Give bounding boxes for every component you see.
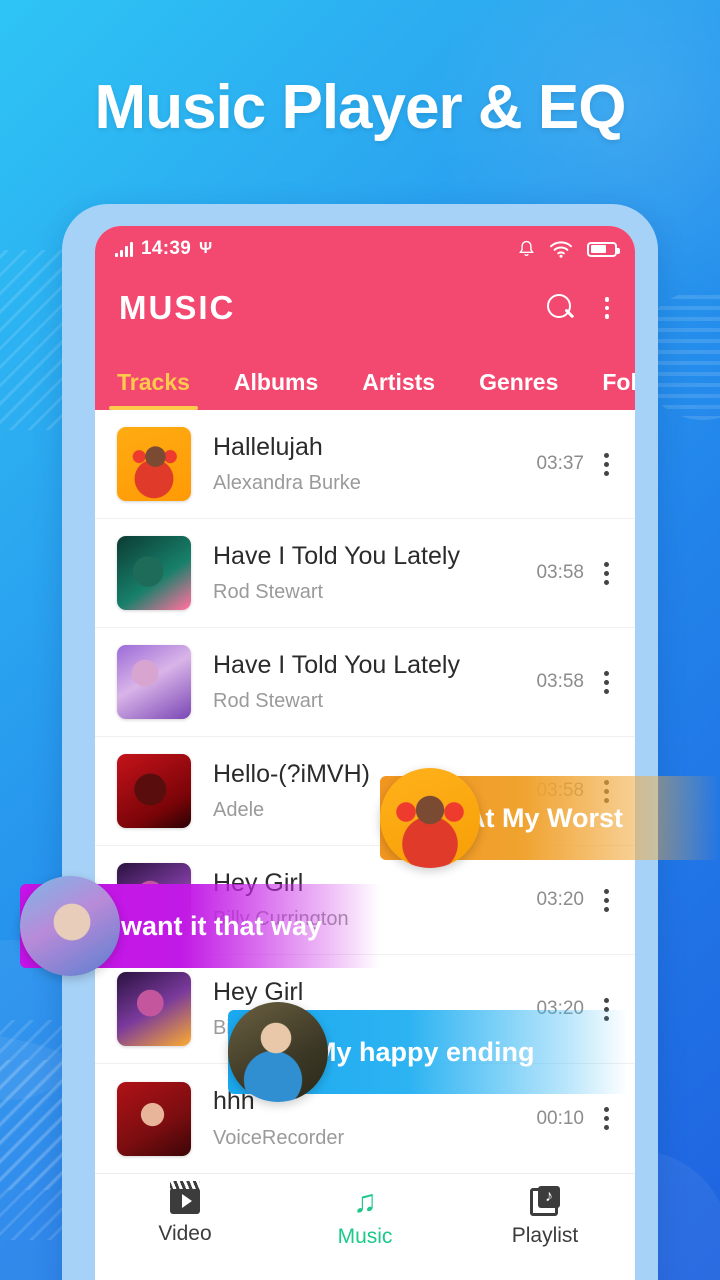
track-overflow-icon[interactable] <box>594 1101 619 1136</box>
track-overflow-icon[interactable] <box>594 556 619 591</box>
status-bar: 14:39 Ψ <box>95 226 635 272</box>
status-bar-left: 14:39 Ψ <box>115 238 212 260</box>
floating-badge-at-my-worst[interactable]: At My Worst <box>380 768 720 868</box>
tab-albums[interactable]: Albums <box>234 369 318 410</box>
track-artist: Rod Stewart <box>213 581 324 604</box>
album-art-thumbnail <box>117 645 191 719</box>
nav-item-video[interactable]: Video <box>95 1174 275 1259</box>
title-bar: MUSIC <box>95 272 635 344</box>
title-bar-actions <box>546 294 616 322</box>
track-duration: 00:10 <box>536 1107 584 1129</box>
status-clock: 14:39 <box>141 238 192 259</box>
avatar <box>20 876 120 976</box>
track-overflow-icon[interactable] <box>594 665 619 700</box>
avatar <box>380 768 480 868</box>
table-row[interactable]: Have I Told You Lately Rod Stewart 03:58 <box>95 628 635 737</box>
track-overflow-icon[interactable] <box>594 883 619 918</box>
status-bar-right <box>518 240 620 259</box>
track-duration: 03:58 <box>536 562 584 583</box>
app-bar: 14:39 Ψ MUSIC Tracks Albums Artists Genr… <box>95 226 635 410</box>
app-wordmark: MUSIC <box>119 289 236 326</box>
playlist-icon <box>530 1185 560 1216</box>
avatar <box>228 1002 328 1102</box>
track-title: Hallelujah <box>213 432 323 461</box>
battery-icon <box>587 241 620 257</box>
phone-screen: 14:39 Ψ MUSIC Tracks Albums Artists Genr… <box>95 226 635 1280</box>
track-artist: Alexandra Burke <box>213 472 361 495</box>
track-meta: Have I Told You Lately Rod Stewart <box>213 542 536 605</box>
bell-icon <box>519 240 534 256</box>
track-title: Hey Girl <box>213 977 304 1006</box>
track-artist: VoiceRecorder <box>213 1126 345 1149</box>
search-icon[interactable] <box>546 294 575 322</box>
nav-item-label: Music <box>337 1224 393 1248</box>
track-duration: 03:37 <box>536 453 584 474</box>
album-art-thumbnail <box>117 972 191 1046</box>
nav-item-playlist[interactable]: Playlist <box>455 1174 635 1259</box>
wifi-icon <box>550 241 572 258</box>
overflow-menu-icon[interactable] <box>599 295 616 321</box>
nav-item-music[interactable]: ♫ Music <box>275 1174 455 1259</box>
nav-item-label: Playlist <box>511 1223 579 1247</box>
bottom-navigation: Video ♫ Music Playlist <box>95 1173 635 1259</box>
tab-tracks[interactable]: Tracks <box>109 369 198 410</box>
usb-icon: Ψ <box>199 240 213 257</box>
floating-badge-i-want-it-that-way[interactable]: I want it that way <box>20 876 380 976</box>
track-meta: Have I Told You Lately Rod Stewart <box>213 651 536 714</box>
track-artist: Rod Stewart <box>213 690 324 713</box>
track-duration: 03:20 <box>536 889 584 910</box>
album-art-thumbnail <box>117 536 191 610</box>
tab-folders[interactable]: Folders <box>602 369 635 410</box>
music-note-icon: ♫ <box>353 1182 377 1219</box>
page-title: Music Player & EQ <box>94 73 627 142</box>
video-clapper-icon <box>170 1180 200 1214</box>
signal-bars-icon <box>115 241 133 257</box>
nav-item-label: Video <box>158 1221 212 1245</box>
floating-badge-my-happy-ending[interactable]: My happy ending <box>228 1002 628 1102</box>
tab-genres[interactable]: Genres <box>479 369 558 410</box>
hero-banner: Music Player & EQ <box>0 72 720 143</box>
track-overflow-icon[interactable] <box>594 447 619 482</box>
album-art-thumbnail <box>117 1081 191 1156</box>
album-art-thumbnail <box>117 427 191 501</box>
track-title: Have I Told You Lately <box>213 650 460 679</box>
track-title: Have I Told You Lately <box>213 541 460 570</box>
table-row[interactable]: Hallelujah Alexandra Burke 03:37 <box>95 410 635 519</box>
tab-artists[interactable]: Artists <box>362 369 435 410</box>
track-meta: Hallelujah Alexandra Burke <box>213 433 536 496</box>
album-art-thumbnail <box>117 754 191 828</box>
table-row[interactable]: Have I Told You Lately Rod Stewart 03:58 <box>95 519 635 628</box>
track-duration: 03:58 <box>536 671 584 692</box>
tab-bar[interactable]: Tracks Albums Artists Genres Folders <box>95 344 635 410</box>
